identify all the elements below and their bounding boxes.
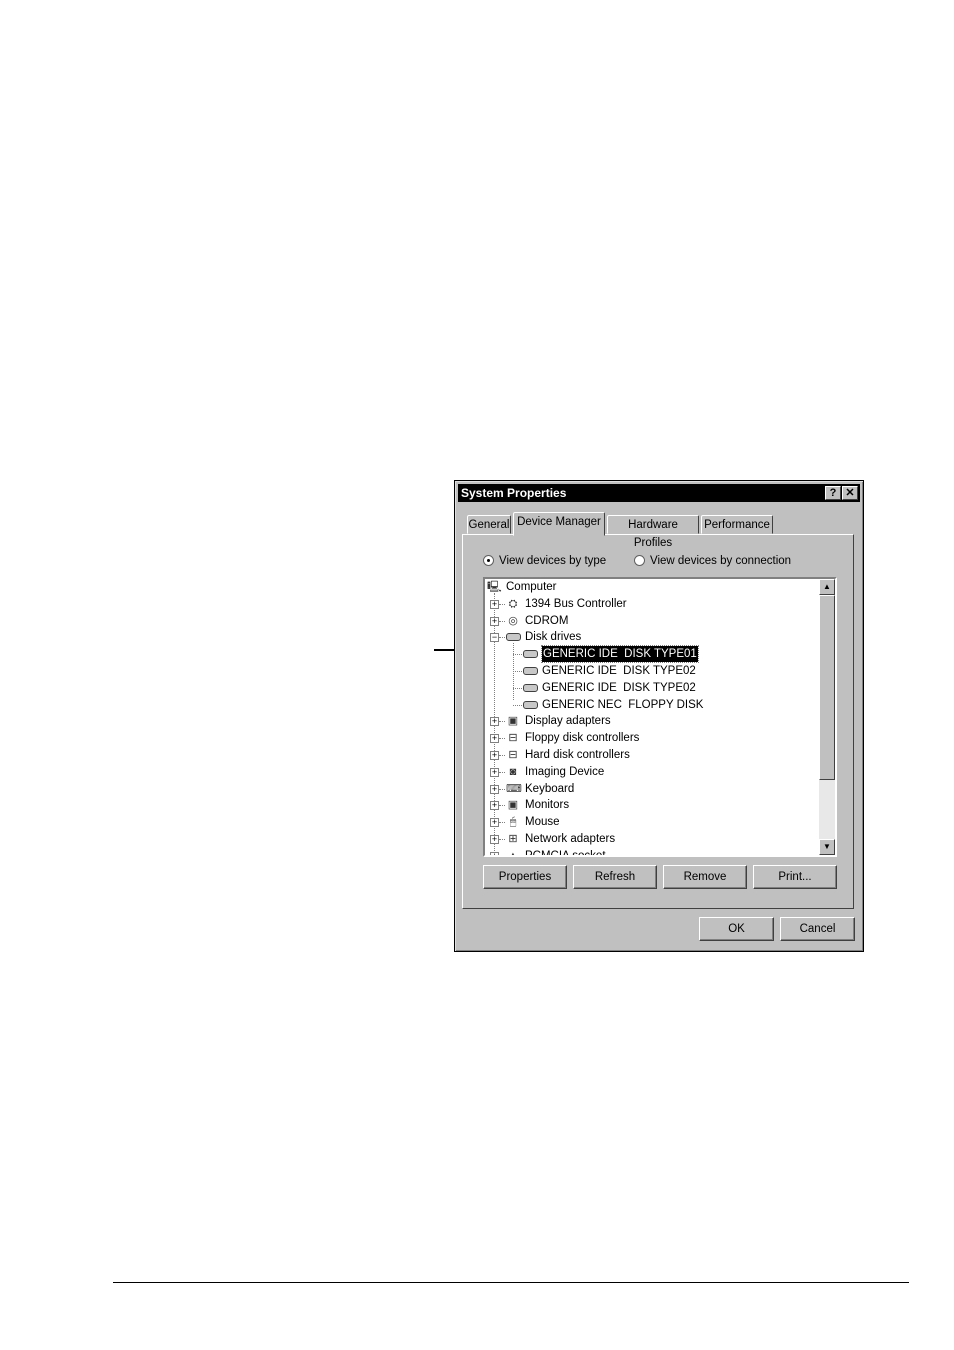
cdrom-icon: ◎ (508, 614, 518, 627)
close-button[interactable]: ✕ (842, 486, 858, 500)
tree-item-label: Display adapters (525, 715, 611, 728)
tree-line (499, 771, 505, 773)
view-by-type-label: View devices by type (499, 555, 607, 567)
tree-line (513, 687, 522, 689)
tree-item-label: GENERIC IDE DISK TYPE02 (542, 681, 696, 694)
tree-line (499, 721, 505, 723)
tree-item-label: Mouse (525, 816, 560, 829)
camera-icon: ◙ (509, 765, 517, 778)
tree-line (513, 671, 522, 672)
scroll-down-button[interactable]: ▼ (819, 839, 835, 855)
tab-device-manager[interactable]: Device Manager (513, 512, 605, 536)
tree-line (513, 654, 522, 656)
tree-item-label: 1394 Bus Controller (525, 597, 627, 610)
disk-icon (506, 633, 521, 642)
tab-general[interactable]: General (467, 515, 511, 534)
tree-line (499, 755, 505, 756)
scroll-up-button[interactable]: ▲ (819, 579, 835, 595)
radio-selected-icon[interactable] (483, 555, 494, 566)
scroll-thumb[interactable] (819, 595, 835, 780)
tree-line (499, 603, 505, 605)
expand-icon[interactable]: + (490, 851, 499, 855)
disk-icon (523, 667, 538, 675)
print-button[interactable]: Print... (753, 865, 837, 889)
view-by-connection-label: View devices by connection (650, 555, 792, 567)
tree-item-label: PCMCIA socket (525, 848, 606, 855)
tree-line (499, 738, 505, 740)
tree-item-label: CDROM (525, 614, 569, 627)
pcmcia-icon: ▲ (506, 850, 520, 855)
monitor-icon: ▣ (507, 799, 519, 812)
tab-hardware-profiles[interactable]: Hardware Profiles (607, 515, 699, 549)
tree-item-label: GENERIC IDE DISK TYPE02 (542, 665, 696, 677)
bus-icon: ⛭ (508, 597, 518, 610)
tab-performance[interactable]: Performance (701, 515, 773, 534)
floppy-controller-icon: ⊟ (508, 732, 518, 745)
expand-icon[interactable]: + (490, 835, 499, 844)
computer-icon: 🖳 (487, 581, 502, 593)
device-tree-list: 🖳 Computer + ⛭ 1394 Bus Controller + ◎ CDROM −… (485, 579, 817, 855)
tree-item-label: Hard disk controllers (525, 749, 630, 761)
refresh-button[interactable]: Refresh (573, 865, 657, 889)
tree-item-label: Keyboard (525, 782, 575, 795)
view-by-connection-option[interactable]: View devices by connection (634, 553, 824, 569)
tree-line (499, 839, 505, 840)
window-title: System Properties (461, 486, 567, 500)
tree-scrollbar[interactable]: ▲ ▼ (819, 579, 835, 855)
expand-icon[interactable]: + (490, 784, 499, 794)
disk-controller-icon: ⊟ (508, 749, 518, 761)
tree-item-label: GENERIC IDE DISK TYPE01 (541, 645, 699, 664)
tree-item-label: Imaging Device (525, 765, 605, 778)
ok-button[interactable]: OK (699, 917, 774, 941)
expand-icon[interactable]: + (490, 818, 499, 828)
tree-item-label: Floppy disk controllers (525, 732, 640, 745)
tree-line (499, 637, 505, 639)
network-icon: ⊞ (508, 833, 518, 845)
keyboard-icon: ⌨ (506, 782, 522, 795)
disk-icon (523, 700, 538, 709)
expand-icon[interactable]: + (490, 717, 499, 727)
expand-icon[interactable]: + (490, 599, 499, 609)
expand-icon[interactable]: + (490, 767, 499, 777)
properties-button[interactable]: Properties (483, 865, 567, 889)
tree-item-label: Monitors (525, 799, 570, 812)
help-button[interactable]: ? (825, 486, 841, 500)
expand-icon[interactable]: + (490, 616, 499, 626)
footer-rule (113, 1282, 909, 1283)
collapse-icon[interactable]: − (490, 633, 499, 643)
mouse-icon: 🖱 (509, 816, 517, 829)
tree-item-label: Network adapters (525, 833, 616, 845)
device-manager-panel: View devices by type View devices by con… (462, 534, 854, 909)
disk-icon (523, 683, 538, 692)
expand-icon[interactable]: + (490, 734, 499, 744)
view-by-type-option[interactable]: View devices by type (483, 553, 623, 569)
tree-line (499, 788, 505, 790)
tree-item-label: GENERIC NEC FLOPPY DISK (542, 698, 704, 711)
expand-icon[interactable]: + (490, 751, 499, 760)
monitor-icon: ▣ (507, 715, 519, 728)
tree-item-label: Disk drives (525, 631, 582, 644)
expand-icon[interactable]: + (490, 801, 499, 811)
cancel-button[interactable]: Cancel (780, 917, 855, 941)
tree-line (499, 822, 505, 824)
tree-line (499, 620, 505, 622)
device-tree[interactable]: 🖳 Computer + ⛭ 1394 Bus Controller + ◎ CDROM −… (483, 577, 837, 857)
tree-root-label: Computer (506, 581, 557, 593)
disk-icon (523, 650, 538, 659)
title-bar[interactable]: System Properties ? ✕ (458, 484, 860, 502)
tree-line (499, 805, 505, 807)
radio-unselected-icon[interactable] (634, 555, 645, 566)
remove-button[interactable]: Remove (663, 865, 747, 889)
tree-line (513, 704, 522, 706)
system-properties-window: System Properties ? ✕ General Device Man… (454, 480, 864, 952)
